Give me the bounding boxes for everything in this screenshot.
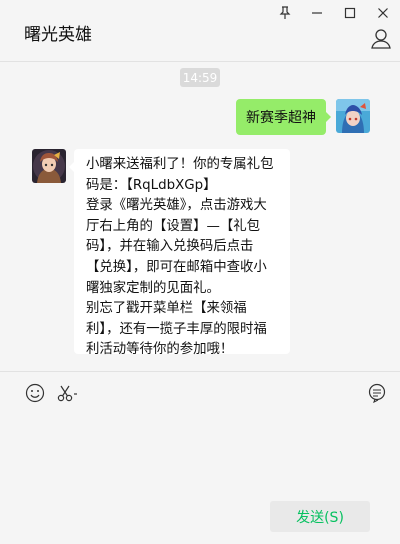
- maximize-icon[interactable]: [339, 2, 361, 24]
- timestamp: 14:59: [180, 68, 220, 87]
- scissors-icon[interactable]: [56, 382, 82, 404]
- my-avatar[interactable]: [336, 99, 370, 133]
- message-input-area[interactable]: 发送(S): [0, 371, 400, 544]
- message-line: 厅右上角的【设置】—【礼包: [86, 218, 261, 234]
- profile-icon[interactable]: [370, 28, 392, 50]
- chat-title: 曙光英雄: [24, 25, 92, 45]
- message-line: 利】，还有一揽子丰厚的限时福: [86, 321, 267, 337]
- title-bar: 曙光英雄: [0, 0, 400, 62]
- message-line: 码】，并在输入兑换码后点击: [86, 239, 254, 255]
- my-message[interactable]: 新赛季超神: [236, 99, 331, 135]
- minimize-icon[interactable]: [306, 2, 328, 24]
- contact-message[interactable]: 小曙来送福利了！你的专属礼包 码是：【RqLdbXGp】 登录《曙光英雄》，点击…: [69, 149, 290, 357]
- contact-avatar[interactable]: [32, 149, 66, 183]
- chat-history-icon[interactable]: [366, 382, 388, 404]
- close-icon[interactable]: [372, 2, 394, 24]
- send-button[interactable]: 发送(S): [270, 501, 370, 532]
- message-list[interactable]: 14:59 新赛季超神 小曙来送福利了！你的专属礼包 码是：【RqLdbXGp】…: [0, 63, 400, 371]
- message-line: 别忘了戳开菜单栏【来领福: [86, 301, 247, 317]
- message-line: 曙独家定制的见面礼。: [86, 280, 220, 296]
- message-line: 【兑换】，即可在邮箱中查收小: [86, 259, 267, 275]
- emoji-icon[interactable]: [24, 382, 46, 404]
- my-message-text: 新赛季超神: [246, 110, 316, 126]
- message-line: 小曙来送福利了！你的专属礼包: [86, 157, 274, 172]
- message-line: 码是：【RqLdbXGp】: [86, 177, 217, 193]
- message-line: 利活动等待你的参加哦！: [86, 342, 234, 358]
- pin-icon[interactable]: [274, 2, 296, 24]
- message-line: 登录《曙光英雄》，点击游戏大: [86, 198, 267, 214]
